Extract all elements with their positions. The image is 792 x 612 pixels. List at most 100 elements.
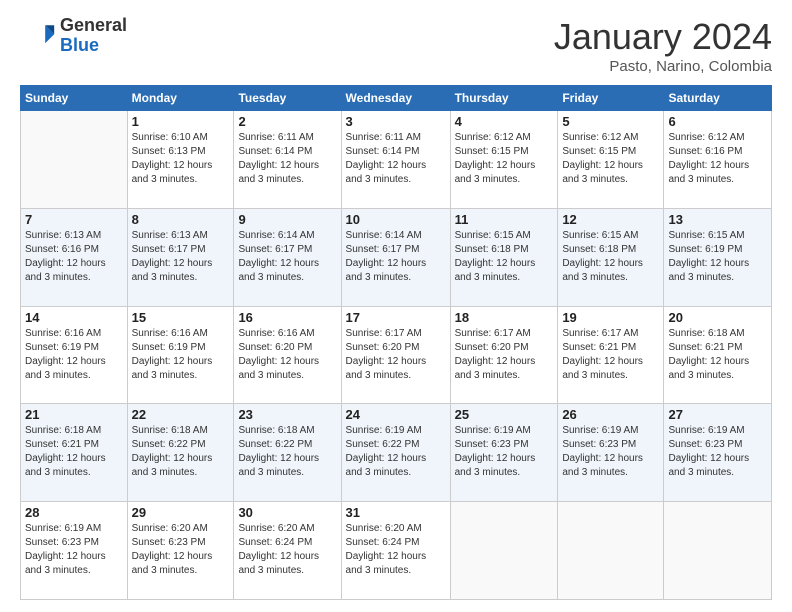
- calendar-day-cell: 26 Sunrise: 6:19 AMSunset: 6:23 PMDayligh…: [558, 404, 664, 502]
- logo-text: General Blue: [60, 16, 127, 56]
- day-info: Sunrise: 6:17 AMSunset: 6:21 PMDaylight:…: [562, 327, 659, 383]
- calendar-day-cell: 15 Sunrise: 6:16 AMSunset: 6:19 PMDayligh…: [127, 306, 234, 404]
- day-number: 2: [238, 114, 336, 129]
- logo: General Blue: [20, 16, 127, 56]
- day-info: Sunrise: 6:16 AMSunset: 6:19 PMDaylight:…: [132, 327, 230, 383]
- day-info: Sunrise: 6:12 AMSunset: 6:15 PMDaylight:…: [455, 131, 554, 187]
- day-info: Sunrise: 6:19 AMSunset: 6:23 PMDaylight:…: [455, 424, 554, 480]
- calendar-day-header: Sunday: [21, 86, 128, 111]
- header: General Blue January 2024 Pasto, Narino,…: [20, 16, 772, 75]
- day-number: 17: [346, 310, 446, 325]
- calendar-day-cell: 21 Sunrise: 6:18 AMSunset: 6:21 PMDayligh…: [21, 404, 128, 502]
- calendar-day-cell: 10Sunrise: 6:14 AMSunset: 6:17 PMDayligh…: [341, 208, 450, 306]
- day-number: 25: [455, 407, 554, 422]
- day-number: 5: [562, 114, 659, 129]
- day-info: Sunrise: 6:18 AMSunset: 6:21 PMDaylight:…: [668, 327, 767, 383]
- day-number: 18: [455, 310, 554, 325]
- day-info: Sunrise: 6:10 AMSunset: 6:13 PMDaylight:…: [132, 131, 230, 187]
- calendar-day-header: Tuesday: [234, 86, 341, 111]
- day-number: 10: [346, 212, 446, 227]
- day-info: Sunrise: 6:18 AMSunset: 6:21 PMDaylight:…: [25, 424, 123, 480]
- day-number: 19: [562, 310, 659, 325]
- day-info: Sunrise: 6:17 AMSunset: 6:20 PMDaylight:…: [455, 327, 554, 383]
- day-number: 1: [132, 114, 230, 129]
- day-number: 22: [132, 407, 230, 422]
- calendar-day-cell: [558, 502, 664, 600]
- day-number: 21: [25, 407, 123, 422]
- location: Pasto, Narino, Colombia: [554, 58, 772, 75]
- calendar-day-cell: [21, 111, 128, 209]
- day-info: Sunrise: 6:14 AMSunset: 6:17 PMDaylight:…: [238, 229, 336, 285]
- day-number: 9: [238, 212, 336, 227]
- calendar-day-header: Friday: [558, 86, 664, 111]
- page: General Blue January 2024 Pasto, Narino,…: [0, 0, 792, 612]
- calendar-day-cell: 27 Sunrise: 6:19 AMSunset: 6:23 PMDayligh…: [664, 404, 772, 502]
- logo-general: General: [60, 16, 127, 36]
- day-info: Sunrise: 6:20 AMSunset: 6:24 PMDaylight:…: [238, 522, 336, 578]
- day-info: Sunrise: 6:15 AMSunset: 6:18 PMDaylight:…: [455, 229, 554, 285]
- calendar-day-cell: [664, 502, 772, 600]
- calendar-day-cell: 20Sunrise: 6:18 AMSunset: 6:21 PMDayligh…: [664, 306, 772, 404]
- day-info: Sunrise: 6:19 AMSunset: 6:23 PMDaylight:…: [562, 424, 659, 480]
- day-number: 4: [455, 114, 554, 129]
- day-number: 30: [238, 505, 336, 520]
- calendar-day-cell: 8Sunrise: 6:13 AMSunset: 6:17 PMDaylight…: [127, 208, 234, 306]
- day-info: Sunrise: 6:13 AMSunset: 6:17 PMDaylight:…: [132, 229, 230, 285]
- calendar-day-cell: 14 Sunrise: 6:16 AMSunset: 6:19 PMDayligh…: [21, 306, 128, 404]
- day-info: Sunrise: 6:13 AMSunset: 6:16 PMDaylight:…: [25, 229, 123, 285]
- day-number: 31: [346, 505, 446, 520]
- calendar-day-cell: 5Sunrise: 6:12 AMSunset: 6:15 PMDaylight…: [558, 111, 664, 209]
- calendar-day-cell: [450, 502, 558, 600]
- calendar-day-cell: 23Sunrise: 6:18 AMSunset: 6:22 PMDayligh…: [234, 404, 341, 502]
- day-info: Sunrise: 6:17 AMSunset: 6:20 PMDaylight:…: [346, 327, 446, 383]
- day-number: 29: [132, 505, 230, 520]
- calendar-week-row: 21 Sunrise: 6:18 AMSunset: 6:21 PMDayligh…: [21, 404, 772, 502]
- calendar-day-header: Saturday: [664, 86, 772, 111]
- day-number: 14: [25, 310, 123, 325]
- calendar-day-cell: 31 Sunrise: 6:20 AMSunset: 6:24 PMDayligh…: [341, 502, 450, 600]
- calendar-week-row: 1 Sunrise: 6:10 AMSunset: 6:13 PMDaylight…: [21, 111, 772, 209]
- day-info: Sunrise: 6:16 AMSunset: 6:19 PMDaylight:…: [25, 327, 123, 383]
- day-info: Sunrise: 6:19 AMSunset: 6:23 PMDaylight:…: [25, 522, 123, 578]
- calendar-day-cell: 18 Sunrise: 6:17 AMSunset: 6:20 PMDayligh…: [450, 306, 558, 404]
- day-info: Sunrise: 6:12 AMSunset: 6:16 PMDaylight:…: [668, 131, 767, 187]
- month-title: January 2024: [554, 16, 772, 58]
- calendar-day-cell: 6 Sunrise: 6:12 AMSunset: 6:16 PMDaylight…: [664, 111, 772, 209]
- calendar-day-cell: 22Sunrise: 6:18 AMSunset: 6:22 PMDayligh…: [127, 404, 234, 502]
- calendar-day-cell: 13Sunrise: 6:15 AMSunset: 6:19 PMDayligh…: [664, 208, 772, 306]
- calendar-day-cell: 19 Sunrise: 6:17 AMSunset: 6:21 PMDayligh…: [558, 306, 664, 404]
- calendar-day-header: Thursday: [450, 86, 558, 111]
- calendar-day-cell: 24Sunrise: 6:19 AMSunset: 6:22 PMDayligh…: [341, 404, 450, 502]
- calendar-day-cell: 2Sunrise: 6:11 AMSunset: 6:14 PMDaylight…: [234, 111, 341, 209]
- day-number: 7: [25, 212, 123, 227]
- calendar-day-cell: 3 Sunrise: 6:11 AMSunset: 6:14 PMDaylight…: [341, 111, 450, 209]
- day-number: 23: [238, 407, 336, 422]
- day-number: 11: [455, 212, 554, 227]
- calendar-day-cell: 7 Sunrise: 6:13 AMSunset: 6:16 PMDaylight…: [21, 208, 128, 306]
- day-number: 6: [668, 114, 767, 129]
- day-number: 12: [562, 212, 659, 227]
- calendar-day-cell: 9 Sunrise: 6:14 AMSunset: 6:17 PMDaylight…: [234, 208, 341, 306]
- day-number: 26: [562, 407, 659, 422]
- day-info: Sunrise: 6:11 AMSunset: 6:14 PMDaylight:…: [346, 131, 446, 187]
- calendar-day-cell: 4 Sunrise: 6:12 AMSunset: 6:15 PMDaylight…: [450, 111, 558, 209]
- day-number: 16: [238, 310, 336, 325]
- calendar-table: SundayMondayTuesdayWednesdayThursdayFrid…: [20, 85, 772, 600]
- calendar-day-cell: 16 Sunrise: 6:16 AMSunset: 6:20 PMDayligh…: [234, 306, 341, 404]
- day-number: 13: [668, 212, 767, 227]
- day-info: Sunrise: 6:19 AMSunset: 6:23 PMDaylight:…: [668, 424, 767, 480]
- day-number: 15: [132, 310, 230, 325]
- day-number: 3: [346, 114, 446, 129]
- calendar-header: SundayMondayTuesdayWednesdayThursdayFrid…: [21, 86, 772, 111]
- calendar-day-header: Wednesday: [341, 86, 450, 111]
- calendar-day-cell: 28 Sunrise: 6:19 AMSunset: 6:23 PMDayligh…: [21, 502, 128, 600]
- day-info: Sunrise: 6:20 AMSunset: 6:24 PMDaylight:…: [346, 522, 446, 578]
- title-block: January 2024 Pasto, Narino, Colombia: [554, 16, 772, 75]
- day-info: Sunrise: 6:16 AMSunset: 6:20 PMDaylight:…: [238, 327, 336, 383]
- calendar-week-row: 14 Sunrise: 6:16 AMSunset: 6:19 PMDayligh…: [21, 306, 772, 404]
- calendar-week-row: 28 Sunrise: 6:19 AMSunset: 6:23 PMDayligh…: [21, 502, 772, 600]
- logo-icon: [20, 18, 56, 54]
- day-number: 27: [668, 407, 767, 422]
- calendar-week-row: 7 Sunrise: 6:13 AMSunset: 6:16 PMDaylight…: [21, 208, 772, 306]
- day-number: 28: [25, 505, 123, 520]
